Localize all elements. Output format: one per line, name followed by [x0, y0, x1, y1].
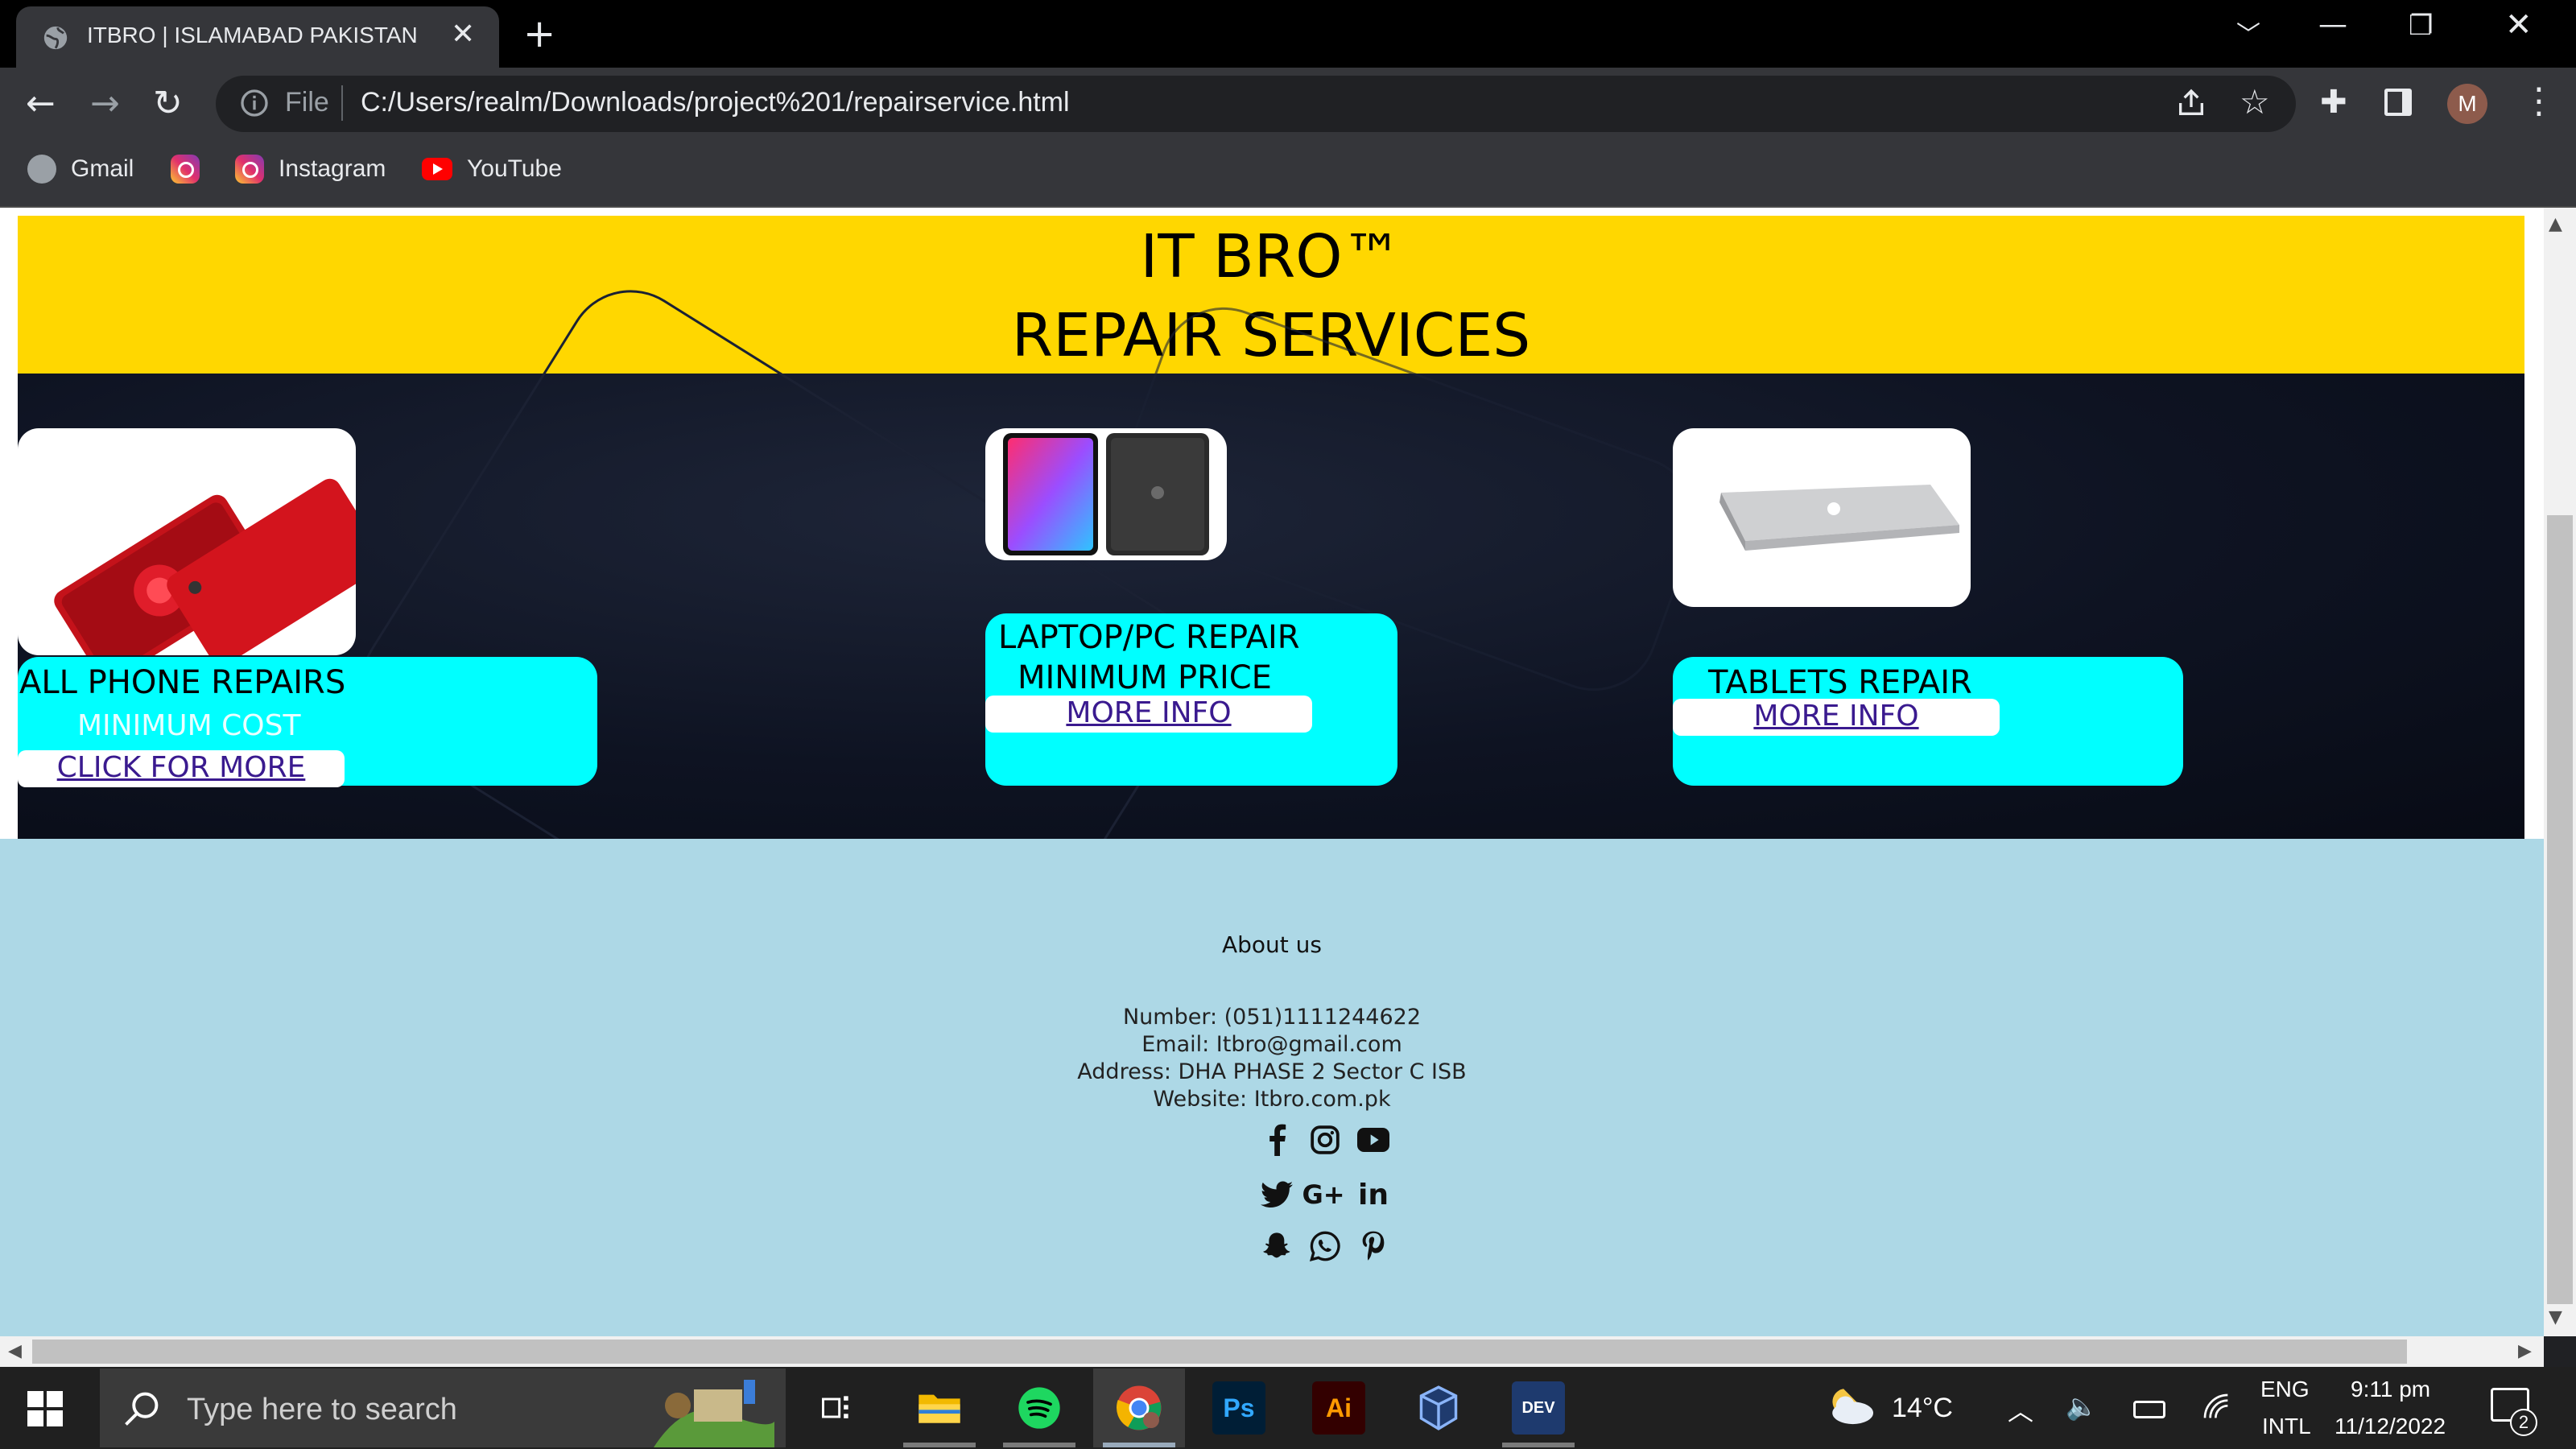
- keyboard-layout[interactable]: INTL: [2262, 1414, 2311, 1439]
- running-indicator: [1003, 1443, 1075, 1447]
- contact-number: Number: (051)1111244622: [1122, 1005, 1422, 1030]
- scroll-down-arrow-icon[interactable]: ▼: [2549, 1307, 2562, 1327]
- vertical-scroll-thumb[interactable]: [2547, 515, 2573, 1304]
- card-subtitle: MINIMUM PRICE: [1018, 659, 1272, 696]
- file-explorer-icon[interactable]: [913, 1381, 966, 1435]
- bookmark-label: Gmail: [71, 155, 134, 182]
- card-title: ALL PHONE REPAIRS: [19, 664, 346, 701]
- running-indicator: [1502, 1443, 1575, 1447]
- linkedin-icon[interactable]: in: [1356, 1177, 1391, 1212]
- running-indicator: [1103, 1443, 1175, 1447]
- volume-icon[interactable]: 🔈: [2066, 1391, 2098, 1422]
- weather-temperature[interactable]: 14°C: [1892, 1393, 1953, 1424]
- contact-address: Address: DHA PHASE 2 Sector C ISB: [1077, 1059, 1467, 1084]
- facebook-icon[interactable]: [1259, 1122, 1294, 1158]
- instagram-icon[interactable]: [1307, 1122, 1343, 1158]
- running-indicator: [903, 1443, 976, 1447]
- footer-heading: About us: [1221, 931, 1323, 958]
- card-subtitle: MINIMUM COST: [77, 709, 301, 742]
- battery-icon[interactable]: [2133, 1401, 2165, 1418]
- horizontal-scroll-thumb[interactable]: [32, 1340, 2407, 1364]
- profile-avatar[interactable]: M: [2447, 84, 2487, 124]
- restore-icon[interactable]: ❐: [2409, 10, 2433, 42]
- laptop-illustration: [1719, 485, 1959, 551]
- scroll-up-arrow-icon[interactable]: ▲: [2549, 214, 2562, 234]
- language-code[interactable]: ENG: [2260, 1377, 2310, 1402]
- whatsapp-icon[interactable]: [1307, 1228, 1343, 1264]
- info-icon[interactable]: [238, 87, 270, 119]
- tab-title: ITBRO | ISLAMABAD PAKISTAN: [87, 23, 418, 47]
- red-phone-illustration: [54, 478, 356, 655]
- phone-image: [18, 428, 356, 655]
- laptop-image: [1673, 428, 1971, 607]
- globe-icon: [27, 155, 56, 184]
- bookmark-youtube[interactable]: YouTube: [422, 151, 562, 187]
- instagram-icon: [235, 155, 264, 184]
- show-hidden-icons-chevron-icon[interactable]: ︿: [2008, 1391, 2033, 1428]
- google-plus-icon[interactable]: G+: [1302, 1177, 1344, 1212]
- search-icon: [125, 1392, 159, 1426]
- reload-icon[interactable]: ↻: [153, 84, 183, 124]
- address-separator: [341, 85, 343, 121]
- bookmark-label: YouTube: [467, 155, 562, 182]
- bookmark-gmail[interactable]: Gmail: [27, 151, 134, 187]
- spotify-icon[interactable]: [1013, 1381, 1066, 1435]
- chrome-icon[interactable]: [1113, 1381, 1166, 1435]
- more-info-link[interactable]: MORE INFO: [985, 696, 1312, 733]
- task-view-icon[interactable]: [810, 1381, 863, 1435]
- share-icon[interactable]: [2175, 87, 2207, 119]
- partly-cloudy-icon: [1832, 1389, 1873, 1425]
- twitter-icon[interactable]: [1259, 1177, 1294, 1212]
- bookmark-star-icon[interactable]: ☆: [2240, 82, 2270, 122]
- side-panel-icon[interactable]: [2384, 89, 2412, 116]
- windows-start-icon[interactable]: [27, 1391, 63, 1426]
- search-placeholder: Type here to search: [187, 1393, 457, 1426]
- photoshop-icon[interactable]: Ps: [1212, 1381, 1265, 1435]
- wifi-icon[interactable]: [2201, 1391, 2233, 1423]
- contact-website: Website: Itbro.com.pk: [1153, 1087, 1391, 1112]
- bookmark-instagram-icon-only[interactable]: [171, 151, 214, 187]
- globe-icon: [43, 26, 68, 50]
- clock-time[interactable]: 9:11 pm: [2351, 1377, 2430, 1402]
- close-tab-icon[interactable]: ✕: [451, 18, 475, 51]
- new-tab-icon[interactable]: +: [523, 10, 555, 58]
- card-title: TABLETS REPAIR: [1708, 664, 1972, 701]
- scroll-right-arrow-icon[interactable]: ▶: [2518, 1341, 2532, 1361]
- url-text[interactable]: C:/Users/realm/Downloads/project%201/rep…: [361, 87, 1070, 118]
- tablet-illustration: [1003, 433, 1209, 555]
- notification-count-badge: 2: [2510, 1409, 2537, 1436]
- instagram-icon: [171, 155, 200, 184]
- bookmark-instagram[interactable]: Instagram: [235, 151, 386, 187]
- window-close-icon[interactable]: ✕: [2505, 6, 2533, 43]
- browser-tab[interactable]: ITBRO | ISLAMABAD PAKISTAN ✕: [16, 6, 499, 68]
- extensions-puzzle-icon[interactable]: ✚: [2320, 84, 2347, 121]
- tablet-image: [985, 428, 1227, 560]
- youtube-icon[interactable]: [1356, 1122, 1391, 1158]
- devcpp-icon[interactable]: DEV: [1512, 1381, 1565, 1435]
- snapchat-icon[interactable]: [1259, 1228, 1294, 1264]
- more-info-link[interactable]: MORE INFO: [1673, 699, 2000, 736]
- click-for-more-link[interactable]: CLICK FOR MORE: [18, 750, 345, 787]
- card-title: LAPTOP/PC REPAIR: [998, 619, 1300, 656]
- youtube-icon: [422, 158, 452, 180]
- search-highlight-illustration: [654, 1380, 774, 1447]
- back-arrow-icon[interactable]: ←: [26, 84, 56, 124]
- forward-arrow-icon[interactable]: →: [90, 84, 120, 124]
- file-label: File: [285, 87, 329, 118]
- pinterest-icon[interactable]: [1356, 1228, 1391, 1264]
- site-title: IT BRO™: [1140, 222, 1402, 291]
- bookmark-label: Instagram: [279, 155, 386, 182]
- chevron-down-icon[interactable]: ﹀: [2236, 14, 2260, 50]
- kebab-menu-icon[interactable]: ⋮: [2521, 80, 2557, 122]
- clock-date[interactable]: 11/12/2022: [2334, 1414, 2446, 1439]
- minimize-icon[interactable]: —: [2318, 8, 2347, 41]
- illustrator-icon[interactable]: Ai: [1312, 1381, 1365, 1435]
- scroll-left-arrow-icon[interactable]: ◀: [8, 1341, 22, 1361]
- contact-email: Email: Itbro@gmail.com: [1141, 1032, 1402, 1057]
- virtualbox-icon[interactable]: [1412, 1381, 1465, 1435]
